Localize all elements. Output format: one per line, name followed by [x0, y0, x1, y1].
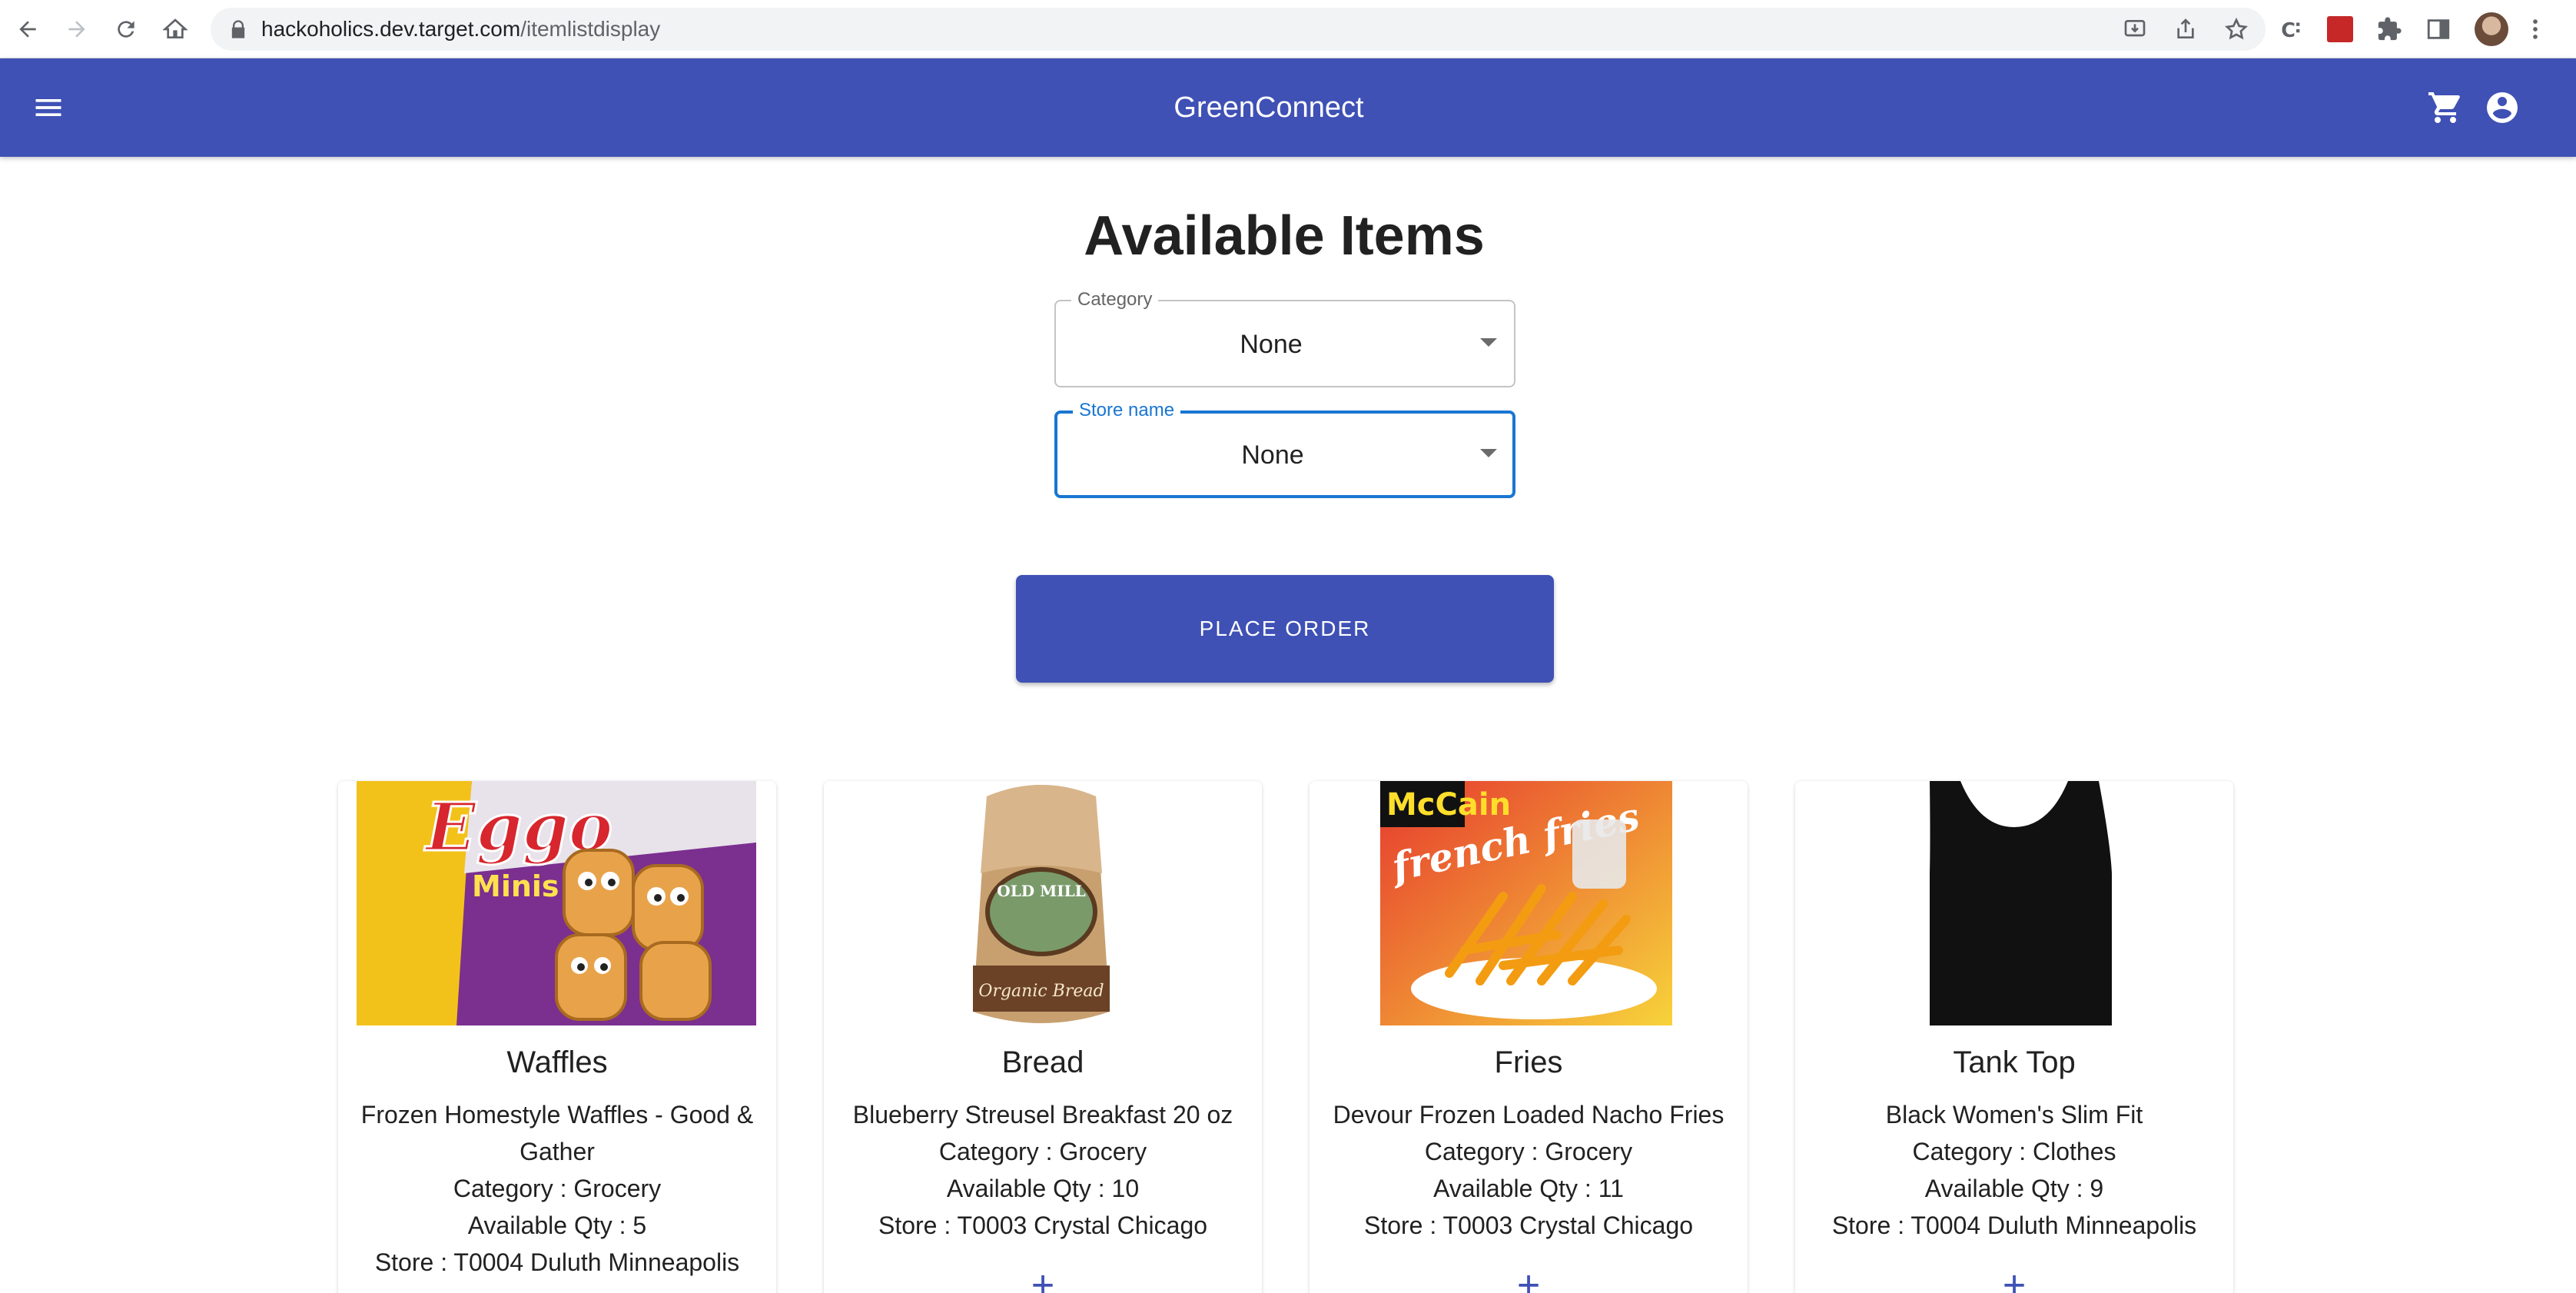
- item-qty: Available Qty : 10: [946, 1175, 1140, 1202]
- category-select[interactable]: Category None: [1054, 289, 1515, 387]
- item-category: Category : Clothes: [1912, 1138, 2116, 1165]
- item-name: Fries: [1494, 1045, 1563, 1079]
- store-name-select-label: Store name: [1073, 400, 1181, 421]
- dropdown-arrow-icon[interactable]: [1480, 338, 1497, 347]
- side-panel-icon[interactable]: [2425, 16, 2452, 42]
- item-details: Devour Frozen Loaded Nacho Fries Categor…: [1322, 1096, 1735, 1244]
- page-title: Available Items: [1084, 205, 1485, 267]
- url-host: hackoholics.dev.target.com: [261, 17, 521, 41]
- item-description: Blueberry Streusel Breakfast 20 oz: [852, 1101, 1233, 1128]
- item-store: Store : T0003 Crystal Chicago: [1363, 1212, 1694, 1239]
- dropdown-arrow-icon[interactable]: [1480, 449, 1497, 457]
- item-qty: Available Qty : 5: [467, 1212, 647, 1239]
- store-name-select[interactable]: Store name None: [1054, 400, 1515, 498]
- category-select-label: Category: [1071, 289, 1159, 311]
- item-description: Frozen Homestyle Waffles - Good & Gather: [360, 1101, 754, 1165]
- item-description: Devour Frozen Loaded Nacho Fries: [1333, 1101, 1725, 1128]
- extension-c-icon[interactable]: C: [2278, 16, 2304, 42]
- item-description: Black Women's Slim Fit: [1885, 1101, 2143, 1128]
- browser-toolbar: hackoholics.dev.target.com/itemlistdispl…: [0, 0, 2576, 58]
- home-icon[interactable]: [160, 14, 191, 45]
- address-bar[interactable]: hackoholics.dev.target.com/itemlistdispl…: [211, 8, 2266, 51]
- item-category: Category : Grocery: [938, 1138, 1147, 1165]
- shopping-cart-icon[interactable]: [2427, 89, 2464, 126]
- back-icon[interactable]: [12, 14, 43, 45]
- item-category: Category : Grocery: [1424, 1138, 1633, 1165]
- bread-product-image: OLD MILL Organic Bread: [956, 781, 1127, 1025]
- add-to-cart-button[interactable]: +: [1310, 1265, 1748, 1293]
- account-circle-icon[interactable]: [2484, 89, 2521, 126]
- item-category: Category : Grocery: [453, 1175, 662, 1202]
- tank-top-product-image: [1795, 781, 2233, 1025]
- app-bar: GreenConnect: [0, 58, 2576, 157]
- install-icon[interactable]: [2123, 17, 2147, 42]
- bread-brand-text: OLD MILL: [997, 882, 1085, 900]
- item-card-bread: OLD MILL Organic Bread Bread Blueberry S…: [824, 781, 1262, 1293]
- reload-icon[interactable]: [111, 14, 141, 45]
- item-name: Bread: [1001, 1045, 1084, 1079]
- app-title: GreenConnect: [1173, 91, 1364, 124]
- place-order-button[interactable]: PLACE ORDER: [1016, 575, 1554, 683]
- share-icon[interactable]: [2173, 17, 2198, 42]
- item-name: Waffles: [506, 1045, 608, 1079]
- svg-text:C: C: [2281, 19, 2295, 42]
- item-details: Frozen Homestyle Waffles - Good & Gather…: [350, 1096, 764, 1281]
- item-store: Store : T0004 Duluth Minneapolis: [1831, 1212, 2197, 1239]
- bread-sub-text: Organic Bread: [978, 982, 1104, 1001]
- profile-avatar[interactable]: [2475, 12, 2508, 46]
- add-to-cart-button[interactable]: +: [1795, 1265, 2233, 1293]
- puzzle-icon[interactable]: [2376, 16, 2402, 42]
- item-card-fries: McCain french fries Fries Devour Frozen …: [1310, 781, 1748, 1293]
- item-qty: Available Qty : 11: [1433, 1175, 1624, 1202]
- extension-red-icon[interactable]: [2327, 16, 2353, 42]
- url-path: /itemlistdisplay: [520, 17, 661, 41]
- add-to-cart-button[interactable]: +: [824, 1265, 1262, 1293]
- waffles-product-image: Eggo Minis: [357, 781, 756, 1025]
- category-select-value: None: [1240, 330, 1303, 359]
- item-name: Tank Top: [1953, 1045, 2076, 1079]
- item-qty: Available Qty : 9: [1924, 1175, 2104, 1202]
- lock-icon: [231, 20, 245, 38]
- store-name-select-value: None: [1241, 440, 1304, 470]
- item-store: Store : T0004 Duluth Minneapolis: [374, 1248, 740, 1276]
- item-card-tank-top: Tank Top Black Women's Slim Fit Category…: [1795, 781, 2233, 1293]
- fries-brand-text: McCain: [1386, 787, 1511, 823]
- item-details: Blueberry Streusel Breakfast 20 oz Categ…: [836, 1096, 1250, 1244]
- item-card-waffles: Eggo Minis Waffles Frozen Homestyle Waff…: [338, 781, 776, 1293]
- bookmark-star-icon[interactable]: [2224, 17, 2249, 42]
- more-options-icon[interactable]: [2531, 16, 2539, 42]
- fries-product-image: McCain french fries: [1380, 781, 1672, 1025]
- item-details: Black Women's Slim Fit Category : Clothe…: [1808, 1096, 2221, 1244]
- item-store: Store : T0003 Crystal Chicago: [878, 1212, 1208, 1239]
- waffles-sub-text: Minis: [472, 869, 559, 903]
- url-text: hackoholics.dev.target.com/itemlistdispl…: [261, 18, 660, 40]
- forward-icon[interactable]: [61, 14, 92, 45]
